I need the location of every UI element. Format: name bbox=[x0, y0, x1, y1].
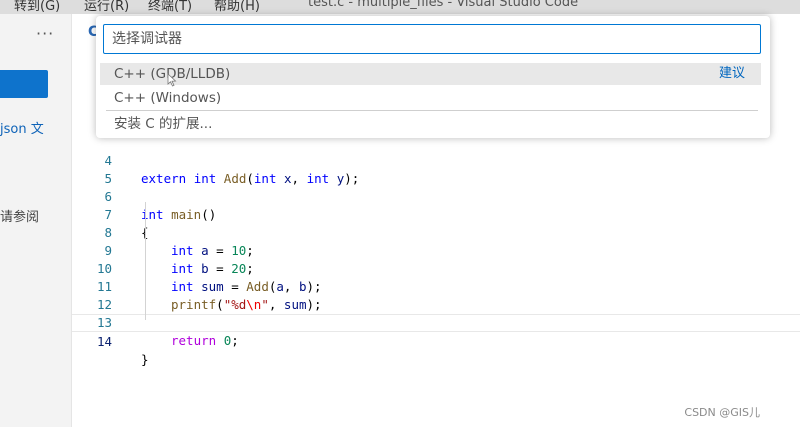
code-line: 5 bbox=[72, 152, 800, 186]
quick-pick-item-label: C++ (Windows) bbox=[114, 90, 222, 106]
debugger-quick-pick: C++ (GDB/LLDB) 建议 C++ (Windows) 安装 C 的扩展… bbox=[96, 16, 770, 138]
code-text: return 0; bbox=[171, 333, 239, 348]
menu-run[interactable]: 运行(R) bbox=[84, 0, 129, 14]
sidebar-see-also-text: 请参阅 bbox=[0, 210, 40, 225]
menu-bar: 转到(G) 运行(R) 终端(T) 帮助(H) test.c - multipl… bbox=[0, 0, 800, 14]
watermark: CSDN @GIS儿 bbox=[684, 406, 760, 419]
code-editor[interactable]: 4 extern int Add(int x, int y); 5 6 int … bbox=[72, 130, 800, 367]
menu-terminal[interactable]: 终端(T) bbox=[148, 0, 192, 14]
quick-pick-item-install-extension[interactable]: 安装 C 的扩展... bbox=[100, 113, 761, 135]
code-line: 7 { bbox=[72, 188, 800, 240]
ellipsis-icon[interactable]: ··· bbox=[36, 24, 54, 43]
code-line: 13 return 0; bbox=[72, 296, 800, 348]
sidebar: ··· json 文 请参阅 bbox=[0, 14, 72, 427]
quick-pick-separator bbox=[106, 110, 758, 111]
window-title: test.c - multiple_files - Visual Studio … bbox=[308, 0, 579, 10]
menu-help[interactable]: 帮助(H) bbox=[214, 0, 260, 14]
code-line: 8 int a = 10; bbox=[72, 206, 800, 258]
mouse-pointer-icon bbox=[167, 73, 177, 87]
debugger-search-input[interactable] bbox=[103, 24, 761, 54]
menu-go[interactable]: 转到(G) bbox=[14, 0, 60, 14]
code-line-current: 14 } bbox=[72, 314, 800, 367]
recommended-badge: 建议 bbox=[718, 66, 745, 81]
code-line: 11 printf("%d\n", sum); bbox=[72, 260, 800, 312]
code-line: 9 int b = 20; bbox=[72, 224, 800, 276]
line-number: 14 bbox=[96, 334, 112, 349]
code-text: } bbox=[141, 352, 149, 367]
code-line: 12 bbox=[72, 278, 800, 312]
sidebar-link-json[interactable]: json 文 bbox=[0, 118, 44, 137]
indent-guide bbox=[145, 202, 146, 320]
quick-pick-item-gdb-lldb[interactable]: C++ (GDB/LLDB) 建议 bbox=[100, 63, 761, 85]
code-line: 10 int sum = Add(a, b); bbox=[72, 242, 800, 294]
quick-pick-item-label: 安装 C 的扩展... bbox=[114, 116, 213, 132]
code-line: 6 int main() bbox=[72, 170, 800, 222]
sidebar-primary-button[interactable] bbox=[0, 70, 48, 98]
quick-pick-item-windows[interactable]: C++ (Windows) bbox=[100, 87, 761, 109]
